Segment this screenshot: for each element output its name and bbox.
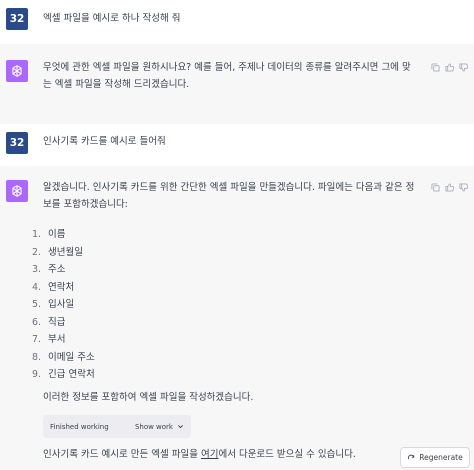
show-work-button[interactable]: Show work [135,423,184,431]
copy-icon[interactable] [430,62,440,72]
user-message-1: 32 엑셀 파일을 예시로 하나 작성해 줘 [0,0,474,44]
user-message-text: 엑셀 파일을 예시로 하나 작성해 줘 [43,13,181,24]
user-avatar: 32 [6,132,28,154]
assistant-message-text: 무엇에 관한 엑셀 파일을 원하시나요? 예를 들어, 주제나 데이터의 종류를… [43,59,434,93]
refresh-icon [408,454,415,459]
user-message-2: 32 인사기록 카드를 예시로 들어줘 [0,124,474,166]
user-avatar: 32 [6,8,28,30]
list-item: 9. 긴급 연락처 [32,366,95,384]
list-item: 4. 연락처 [32,279,95,297]
assistant-text-line: 무엇에 관한 엑셀 파일을 원하시나요? 예를 들어, 주제나 데이터의 종류를… [43,62,411,73]
assistant-text-line: 알겠습니다. 인사기록 카드를 위한 간단한 엑셀 파일을 만들겠습니다. 파일… [43,182,415,193]
list-number: 6. [32,316,42,328]
list-item: 5. 입사일 [32,296,95,314]
list-item: 1. 이름 [32,226,95,244]
download-suffix: 에서 다운로드 받으실 수 있습니다. [218,449,356,460]
list-label: 이메일 주소 [48,351,95,363]
chatgpt-logo-icon [6,60,28,82]
assistant-message-1: 무엇에 관한 엑셀 파일을 원하시나요? 예를 들어, 주제나 데이터의 종류를… [0,44,474,124]
chevron-down-icon [178,425,183,429]
list-item: 2. 생년월일 [32,244,95,262]
copy-icon[interactable] [430,182,440,192]
assistant-text-line: 보를 포함하겠습니다: [43,199,128,210]
list-label: 연락처 [48,281,75,293]
thumbs-up-icon[interactable] [444,62,454,72]
list-number: 7. [32,334,42,345]
list-number: 2. [32,246,42,258]
assistant-text-line: 는 엑셀 파일을 작성해 드리겠습니다. [43,79,190,90]
thumbs-up-icon[interactable] [444,182,454,192]
list-number: 8. [32,351,42,363]
regenerate-label: Regenerate [419,453,463,462]
list-label: 이름 [48,229,66,240]
list-number: 5. [32,299,42,310]
download-text: 인사기록 카드 예시로 만든 엑셀 파일을 여기에서 다운로드 받으실 수 있습… [43,446,394,463]
list-label: 직급 [48,316,66,328]
assistant-closing-text: 이러한 정보를 포함하여 엑셀 파일을 작성하겠습니다. [43,392,254,403]
list-label: 입사일 [48,299,75,310]
message-actions [430,182,468,192]
work-status-box: Finished working Show work [43,415,191,438]
list-item: 6. 직급 [32,314,95,332]
list-label: 생년월일 [48,246,83,258]
list-number: 9. [32,369,42,380]
assistant-intro-text: 알겠습니다. 인사기록 카드를 위한 간단한 엑셀 파일을 만들겠습니다. 파일… [43,179,434,213]
list-number: 1. [32,229,42,240]
list-number: 4. [32,281,42,293]
download-link[interactable]: 여기 [201,449,218,460]
user-message-text: 인사기록 카드를 예시로 들어줘 [43,136,166,147]
list-item: 7. 부서 [32,331,95,349]
work-status-label: Finished working [50,422,109,431]
list-item: 8. 이메일 주소 [32,349,95,367]
list-label: 주소 [48,264,66,275]
message-actions [430,62,468,72]
thumbs-down-icon[interactable] [458,182,468,192]
list-number: 3. [32,264,42,275]
list-label: 긴급 연락처 [48,369,95,380]
thumbs-down-icon[interactable] [458,62,468,72]
info-field-list: 1. 이름 2. 생년월일 3. 주소 4. 연락처 5. 입사일 6. 직급 7. 부서 8… [32,226,95,384]
chatgpt-logo-icon [6,180,28,202]
list-label: 부서 [48,334,66,345]
show-work-label: Show work [134,422,173,431]
download-prefix: 인사기록 카드 예시로 만든 엑셀 파일을 [43,449,201,460]
list-item: 3. 주소 [32,261,95,279]
regenerate-button[interactable]: Regenerate [400,447,470,468]
